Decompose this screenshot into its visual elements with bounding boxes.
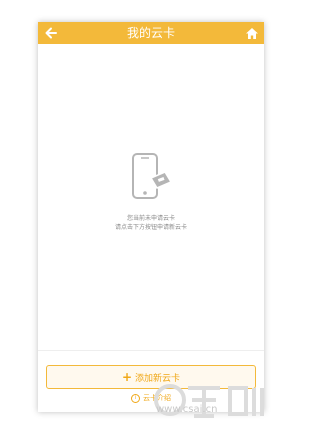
- top-bar: 我的云卡: [38, 22, 264, 44]
- home-button[interactable]: [244, 25, 260, 41]
- app-screen: 我的云卡 您当前未申请云卡 请点击下方按钮申请新云卡 + 添加新云卡 i 云卡介…: [38, 22, 264, 412]
- home-icon: [246, 27, 258, 39]
- arrow-left-icon: [45, 27, 57, 39]
- empty-message-line-2: 请点击下方按钮申请新云卡: [114, 224, 187, 231]
- empty-message-line-1: 您当前未申请云卡: [126, 215, 175, 222]
- info-icon: i: [131, 393, 140, 403]
- empty-state: 您当前未申请云卡 请点击下方按钮申请新云卡: [38, 152, 264, 232]
- phone-card-icon: [132, 153, 173, 199]
- plus-icon: +: [121, 370, 133, 384]
- watermark: www.csai.cn: [150, 380, 300, 437]
- page-title: 我的云卡: [126, 26, 175, 40]
- back-button[interactable]: [42, 24, 60, 42]
- watermark-text: www.csai.cn: [156, 404, 218, 415]
